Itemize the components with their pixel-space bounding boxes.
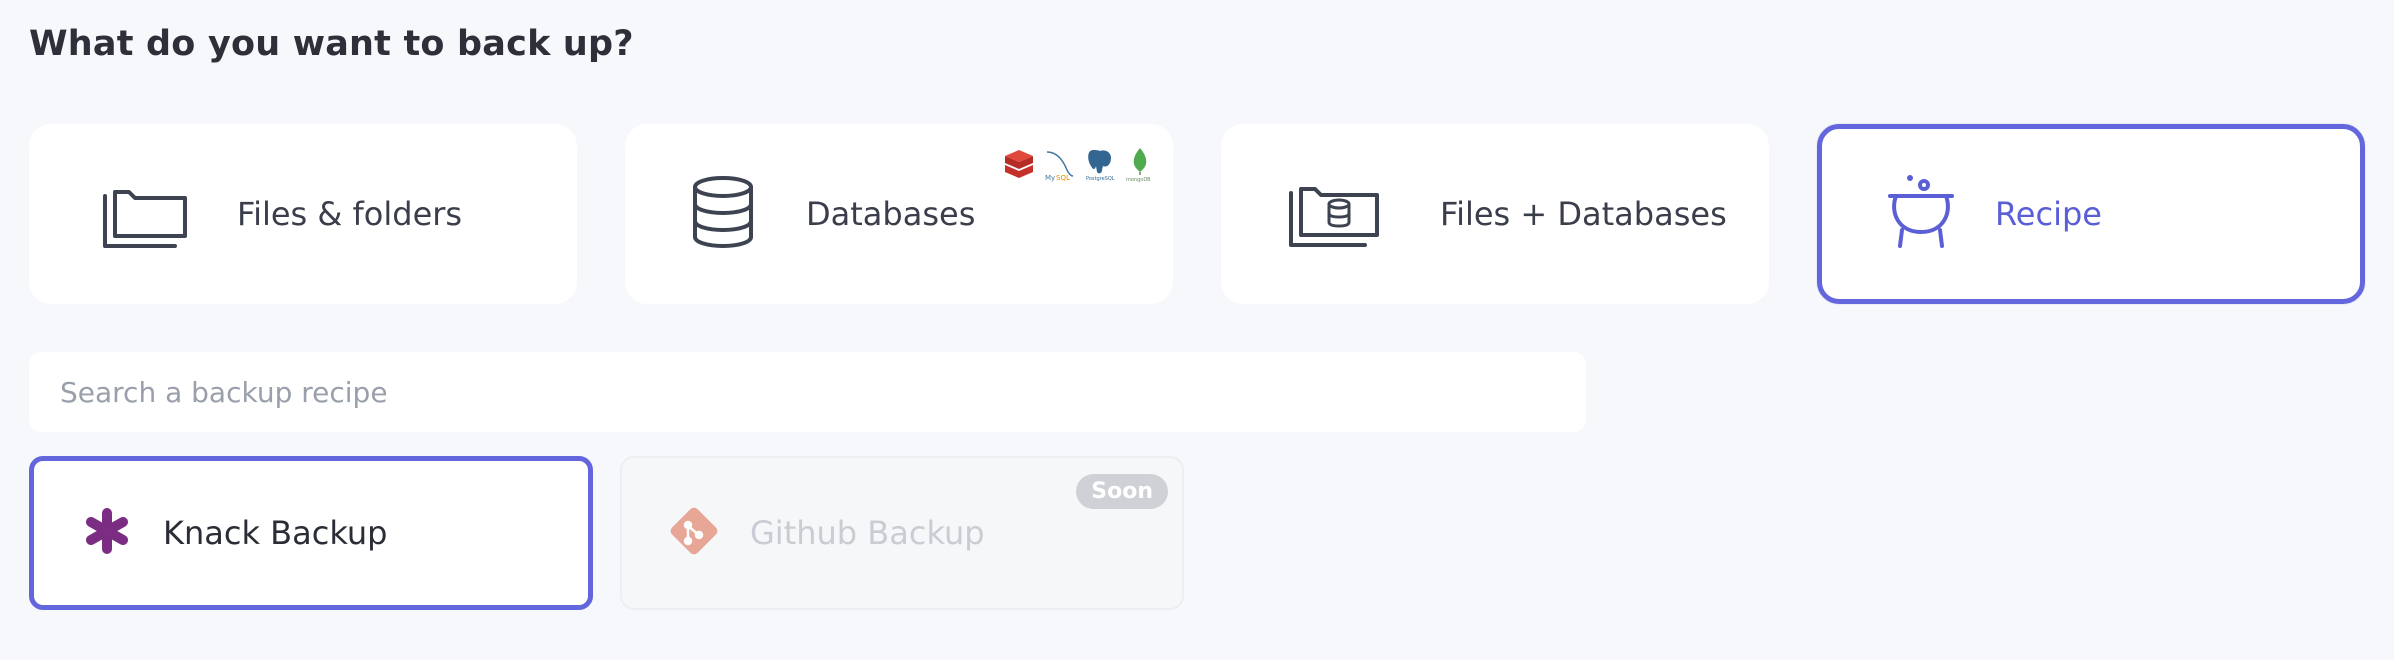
backup-type-databases[interactable]: Databases My SQL PostgreSQL mongoDB (625, 124, 1173, 304)
backup-type-files-databases[interactable]: Files + Databases (1221, 124, 1769, 304)
backup-type-label: Files + Databases (1440, 195, 1727, 233)
recipe-search-input[interactable] (29, 352, 1586, 432)
recipe-label: Knack Backup (163, 514, 388, 552)
svg-text:SQL: SQL (1056, 174, 1070, 182)
folder-database-icon (1287, 175, 1381, 253)
knack-icon (84, 508, 130, 558)
recipe-github-backup: Github Backup Soon (620, 456, 1184, 610)
backup-type-files-folders[interactable]: Files & folders (29, 124, 577, 304)
database-logos: My SQL PostgreSQL mongoDB (1003, 146, 1157, 186)
svg-text:My: My (1045, 174, 1055, 182)
backup-type-recipe[interactable]: Recipe (1817, 124, 2365, 304)
redis-logo (1003, 146, 1035, 186)
svg-text:mongoDB: mongoDB (1126, 177, 1151, 182)
folder-icon (101, 176, 191, 252)
backup-type-label: Files & folders (237, 195, 463, 233)
mongodb-logo: mongoDB (1123, 146, 1157, 186)
git-icon (668, 505, 720, 561)
page-title: What do you want to back up? (29, 24, 634, 64)
postgresql-logo: PostgreSQL (1083, 146, 1117, 186)
database-icon (691, 175, 755, 253)
backup-type-label: Recipe (1995, 195, 2102, 233)
recipe-label: Github Backup (750, 514, 985, 552)
cauldron-icon (1886, 172, 1956, 256)
backup-type-label: Databases (806, 195, 976, 233)
svg-text:PostgreSQL: PostgreSQL (1086, 176, 1115, 182)
recipe-knack-backup[interactable]: Knack Backup (29, 456, 593, 610)
mysql-logo: My SQL (1041, 146, 1077, 186)
soon-badge: Soon (1076, 474, 1168, 509)
